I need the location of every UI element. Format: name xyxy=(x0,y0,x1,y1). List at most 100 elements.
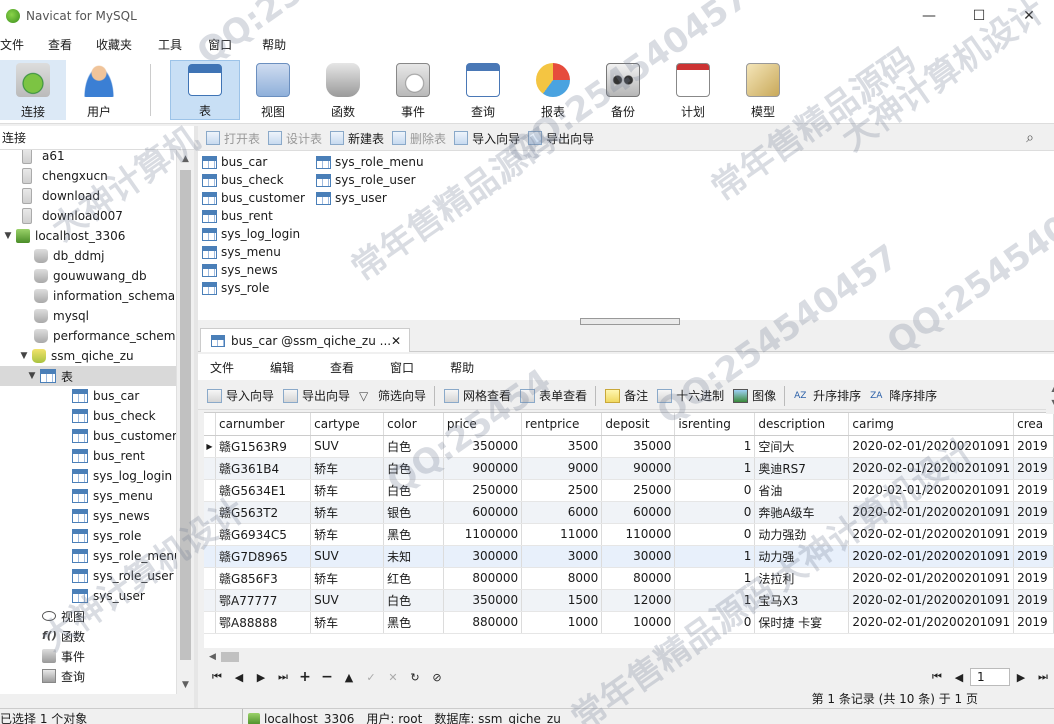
table-cell[interactable]: 轿车 xyxy=(310,611,385,634)
table-cell[interactable]: 30000 xyxy=(601,545,676,568)
tree-item[interactable]: f() 函数 xyxy=(0,626,176,646)
table-cell[interactable]: 2019 xyxy=(1013,611,1054,634)
menu-favorites[interactable]: 收藏夹 xyxy=(96,36,158,53)
tree-item[interactable]: sys_role xyxy=(0,526,176,546)
table-cell[interactable]: 8000 xyxy=(521,567,603,590)
tree-item[interactable]: a61 xyxy=(0,150,176,166)
prev-record-button[interactable]: ◀ xyxy=(228,671,250,684)
sort-descending-button[interactable]: ZA 降序排序 xyxy=(870,387,937,404)
export-wizard-button[interactable]: 导出向导 xyxy=(528,130,594,147)
toolbar-model-button[interactable]: 模型 xyxy=(730,60,796,120)
first-record-button[interactable]: ⏮ xyxy=(206,670,228,684)
table-cell[interactable]: 赣G563T2 xyxy=(215,501,312,524)
table-cell[interactable]: 2020-02-01/20200201091 xyxy=(848,589,1015,612)
column-header[interactable]: description xyxy=(754,413,850,436)
menu-file[interactable]: 文件 xyxy=(0,36,48,53)
tree-item[interactable]: bus_rent xyxy=(0,446,176,466)
table-cell[interactable]: 2019 xyxy=(1013,589,1054,612)
toolbar-event-button[interactable]: 事件 xyxy=(380,60,446,120)
table-cell[interactable]: 赣G856F3 xyxy=(215,567,312,590)
tree-item[interactable]: bus_car xyxy=(0,386,176,406)
object-list-item[interactable]: bus_rent xyxy=(202,207,273,225)
import-wizard-button[interactable]: 导入向导 xyxy=(454,130,520,147)
table-cell[interactable]: 880000 xyxy=(443,611,523,634)
table-cell[interactable]: 黑色 xyxy=(383,611,444,634)
prev-page-button[interactable]: ◀ xyxy=(948,671,970,684)
table-cell[interactable]: 未知 xyxy=(383,545,444,568)
table-menu-edit[interactable]: 编辑 xyxy=(258,359,318,376)
table-menu-help[interactable]: 帮助 xyxy=(438,359,498,376)
tree-item[interactable]: information_schema xyxy=(0,286,176,306)
table-cell[interactable]: 白色 xyxy=(383,457,444,480)
row-marker[interactable] xyxy=(204,479,216,502)
object-list-item[interactable]: sys_news xyxy=(202,261,278,279)
column-header[interactable]: carimg xyxy=(848,413,1015,436)
expander-chevron-icon[interactable]: ▼ xyxy=(2,231,14,241)
row-marker[interactable] xyxy=(204,545,216,568)
table-cell[interactable]: 2019 xyxy=(1013,523,1054,546)
table-cell[interactable]: 黑色 xyxy=(383,523,444,546)
table-cell[interactable]: 轿车 xyxy=(310,523,385,546)
table-cell[interactable]: 奔驰A级车 xyxy=(754,501,850,524)
tree-item[interactable]: sys_log_login xyxy=(0,466,176,486)
table-cell[interactable]: 1 xyxy=(674,435,756,458)
menu-help[interactable]: 帮助 xyxy=(262,36,298,53)
table-cell[interactable]: 赣G1563R9 xyxy=(215,435,312,458)
table-cell[interactable]: 6000 xyxy=(521,501,603,524)
tree-item[interactable]: 事件 xyxy=(0,646,176,666)
table-cell[interactable]: 2500 xyxy=(521,479,603,502)
row-marker[interactable] xyxy=(204,611,216,634)
table-cell[interactable]: 350000 xyxy=(443,589,523,612)
table-cell[interactable]: 2020-02-01/20200201091 xyxy=(848,567,1015,590)
table-row[interactable]: 赣G7D8965 SUV 未知 300000 3000 30000 1 动力强 2020-02-… xyxy=(204,545,1054,568)
column-header[interactable]: price xyxy=(443,413,523,436)
table-cell[interactable]: 银色 xyxy=(383,501,444,524)
table-cell[interactable]: 赣G361B4 xyxy=(215,457,312,480)
table-row[interactable]: 鄂A77777 SUV 白色 350000 1500 12000 1 宝马X3 2020-02-… xyxy=(204,589,1054,612)
toolbar-report-button[interactable]: 报表 xyxy=(520,60,586,120)
table-cell[interactable]: 1 xyxy=(674,457,756,480)
tree-scroll-thumb[interactable] xyxy=(180,170,191,660)
delete-record-button[interactable]: − xyxy=(316,669,338,685)
stop-button[interactable]: ⊘ xyxy=(426,671,448,684)
column-header[interactable]: carnumber xyxy=(215,413,312,436)
table-menu-file[interactable]: 文件 xyxy=(198,359,258,376)
form-view-button[interactable]: 表单查看 xyxy=(520,387,587,404)
table-cell[interactable]: 轿车 xyxy=(310,479,385,502)
table-cell[interactable]: 1500 xyxy=(521,589,603,612)
table-cell[interactable]: 鄂A88888 xyxy=(215,611,312,634)
table-cell[interactable]: 2020-02-01/20200201091 xyxy=(848,523,1015,546)
toolbar-function-button[interactable]: 函数 xyxy=(310,60,376,120)
close-button[interactable]: ✕ xyxy=(1004,0,1054,32)
table-cell[interactable]: 空间大 xyxy=(754,435,850,458)
column-header[interactable]: rentprice xyxy=(521,413,603,436)
tree-item[interactable]: bus_customer xyxy=(0,426,176,446)
table-cell[interactable]: 白色 xyxy=(383,589,444,612)
table-cell[interactable]: 2019 xyxy=(1013,435,1054,458)
tree-scrollbar[interactable]: ▲ ▼ xyxy=(176,150,193,694)
table-cell[interactable]: 红色 xyxy=(383,567,444,590)
toolbar-view-button[interactable]: 视图 xyxy=(240,60,306,120)
maximize-button[interactable]: ☐ xyxy=(954,0,1004,32)
sort-ascending-button[interactable]: AZ 升序排序 xyxy=(794,387,861,404)
table-cell[interactable]: 奥迪RS7 xyxy=(754,457,850,480)
table-cell[interactable]: 2020-02-01/20200201091 xyxy=(848,545,1015,568)
table-row[interactable]: 鄂A88888 轿车 黑色 880000 1000 10000 0 保时捷 卡宴 2020-02… xyxy=(204,611,1054,634)
tree-item[interactable]: download xyxy=(0,186,176,206)
table-cell[interactable]: SUV xyxy=(310,435,385,458)
table-cell[interactable]: 1 xyxy=(674,567,756,590)
tree-item[interactable]: 视图 xyxy=(0,606,176,626)
table-cell[interactable]: 2019 xyxy=(1013,545,1054,568)
grid-horizontal-scrollbar[interactable]: ◀ xyxy=(204,648,1054,665)
tree-item[interactable]: performance_schema xyxy=(0,326,176,346)
expander-chevron-icon[interactable]: ▼ xyxy=(18,351,30,361)
delete-table-button[interactable]: 删除表 xyxy=(392,130,446,147)
tree-item[interactable]: ▼ 表 xyxy=(0,366,176,386)
edit-record-button[interactable]: ▲ xyxy=(338,671,360,684)
table-cell[interactable]: 2019 xyxy=(1013,567,1054,590)
first-page-button[interactable]: ⏮ xyxy=(926,670,948,684)
table-cell[interactable]: 鄂A77777 xyxy=(215,589,312,612)
table-cell[interactable]: 2020-02-01/20200201091 xyxy=(848,479,1015,502)
page-number-input[interactable]: 1 xyxy=(970,668,1010,686)
table-cell[interactable]: 法拉利 xyxy=(754,567,850,590)
